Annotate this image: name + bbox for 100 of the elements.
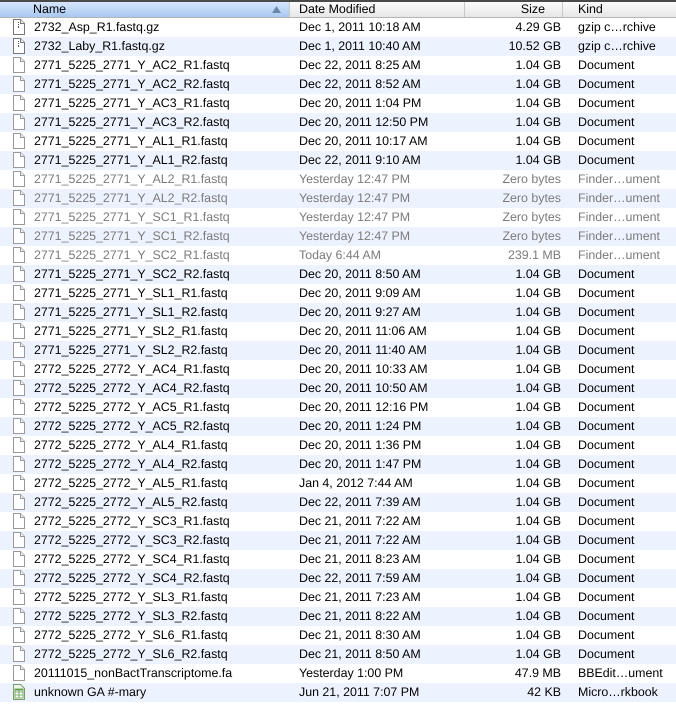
date-modified: Dec 20, 2011 1:24 PM	[299, 418, 422, 436]
file-name[interactable]: 2772_5225_2772_Y_SC4_R1.fastq	[34, 550, 230, 569]
file-name[interactable]: 2772_5225_2772_Y_AL5_R1.fastq	[34, 474, 228, 493]
date-modified: Dec 20, 2011 12:50 PM	[299, 114, 428, 132]
file-size: 1.04 GB	[516, 133, 562, 150]
file-kind: Finder…ument	[578, 191, 660, 206]
document-icon	[13, 513, 25, 530]
date-modified: Yesterday 1:00 PM	[299, 665, 404, 682]
file-kind: Document	[578, 96, 634, 110]
document-icon	[13, 570, 25, 586]
date-modified: Dec 21, 2011 8:30 AM	[299, 627, 421, 644]
file-size: 10.52 GB	[508, 38, 562, 56]
file-kind: Finder…ument	[578, 210, 660, 224]
file-name[interactable]: 2772_5225_2772_Y_SL6_R2.fastq	[34, 645, 228, 664]
file-name[interactable]: 2772_5225_2772_Y_AC4_R1.fastq	[34, 360, 230, 379]
file-size: 1.04 GB	[516, 589, 562, 606]
file-kind: Document	[578, 400, 634, 414]
date-modified: Yesterday 12:47 PM	[299, 228, 410, 246]
document-icon	[13, 323, 25, 340]
column-header[interactable]: Kind	[563, 2, 676, 17]
file-kind: Document	[578, 77, 634, 92]
file-name[interactable]: 20111015_nonBactTranscriptome.fa	[34, 664, 232, 683]
document-icon	[13, 171, 25, 188]
document-icon	[13, 247, 25, 264]
file-name[interactable]: 2771_5225_2771_Y_AL1_R2.fastq	[34, 151, 228, 170]
document-icon	[13, 57, 25, 74]
file-size: 1.04 GB	[516, 551, 562, 568]
file-name[interactable]: 2771_5225_2771_Y_AL2_R1.fastq	[34, 170, 228, 189]
file-name[interactable]: 2771_5225_2771_Y_SC2_R2.fastq	[34, 265, 230, 284]
file-name[interactable]: 2771_5225_2771_Y_SC1_R1.fastq	[34, 208, 230, 227]
file-name[interactable]: 2771_5225_2771_Y_SC1_R2.fastq	[34, 227, 230, 246]
document-icon	[13, 342, 25, 358]
file-kind: Document	[578, 514, 634, 528]
file-name[interactable]: 2771_5225_2771_Y_SL2_R2.fastq	[34, 341, 228, 360]
document-icon	[13, 152, 25, 168]
file-kind: Document	[578, 286, 634, 300]
date-modified: Dec 20, 2011 10:33 AM	[299, 361, 428, 378]
file-size: 1.04 GB	[516, 380, 562, 398]
file-size: 1.04 GB	[516, 304, 562, 322]
file-size: Zero bytes	[502, 228, 562, 246]
column-header[interactable]: Name	[0, 2, 290, 17]
file-size: 1.04 GB	[516, 570, 562, 588]
file-name[interactable]: 2772_5225_2772_Y_SC4_R2.fastq	[34, 569, 230, 588]
file-kind: gzip c…rchive	[578, 20, 656, 34]
file-size: 1.04 GB	[516, 456, 562, 474]
file-name[interactable]: 2771_5225_2771_Y_AC3_R1.fastq	[34, 94, 230, 113]
file-size: 1.04 GB	[516, 285, 562, 302]
file-name[interactable]: 2771_5225_2771_Y_SL1_R1.fastq	[34, 284, 228, 303]
file-name[interactable]: 2771_5225_2771_Y_SL2_R1.fastq	[34, 322, 228, 341]
file-name[interactable]: 2771_5225_2771_Y_AC3_R2.fastq	[34, 113, 230, 132]
file-size: 1.04 GB	[516, 494, 562, 512]
file-name[interactable]: 2772_5225_2772_Y_AC4_R2.fastq	[34, 379, 230, 398]
file-kind: Document	[578, 609, 634, 624]
file-kind: BBEdit…ument	[578, 666, 663, 680]
file-name[interactable]: 2772_5225_2772_Y_SL3_R1.fastq	[34, 588, 228, 607]
date-modified: Dec 20, 2011 11:06 AM	[299, 323, 427, 340]
file-size: 4.29 GB	[516, 19, 562, 36]
date-modified: Dec 21, 2011 8:23 AM	[299, 551, 421, 568]
document-icon	[13, 551, 25, 568]
date-modified: Today 6:44 AM	[299, 247, 381, 264]
file-name[interactable]: 2771_5225_2771_Y_SL1_R2.fastq	[34, 303, 228, 322]
file-name[interactable]: 2772_5225_2772_Y_AC5_R2.fastq	[34, 417, 230, 436]
file-name[interactable]: 2772_5225_2772_Y_SL6_R1.fastq	[34, 626, 228, 645]
file-kind: Finder…ument	[578, 172, 660, 186]
file-name[interactable]: 2732_Laby_R1.fastq.gz	[34, 37, 165, 56]
file-kind: Document	[578, 628, 634, 642]
file-name[interactable]: 2771_5225_2771_Y_AL1_R1.fastq	[34, 132, 228, 151]
column-header[interactable]: Size	[465, 2, 563, 17]
date-modified: Yesterday 12:47 PM	[299, 171, 410, 188]
file-kind: Document	[578, 647, 634, 662]
file-name[interactable]: 2771_5225_2771_Y_AC2_R2.fastq	[34, 75, 230, 94]
file-name[interactable]: unknown GA #-mary	[34, 683, 146, 702]
file-name[interactable]: 2771_5225_2771_Y_AC2_R1.fastq	[34, 56, 230, 75]
document-icon	[13, 285, 25, 302]
document-icon	[13, 532, 25, 548]
file-name[interactable]: 2772_5225_2772_Y_SL3_R2.fastq	[34, 607, 228, 626]
document-icon	[13, 589, 25, 606]
file-size: 1.04 GB	[516, 266, 562, 284]
file-name[interactable]: 2771_5225_2771_Y_AL2_R2.fastq	[34, 189, 228, 208]
file-name[interactable]: 2772_5225_2772_Y_AC5_R1.fastq	[34, 398, 230, 417]
file-name[interactable]: 2772_5225_2772_Y_AL4_R1.fastq	[34, 436, 228, 455]
file-kind: Document	[578, 476, 634, 490]
document-icon	[13, 627, 25, 644]
file-size: 1.04 GB	[516, 475, 562, 492]
file-size: 1.04 GB	[516, 76, 562, 94]
column-header[interactable]: Date Modified	[290, 2, 465, 17]
file-name[interactable]: 2772_5225_2772_Y_AL4_R2.fastq	[34, 455, 228, 474]
file-size: Zero bytes	[502, 190, 562, 208]
file-name[interactable]: 2772_5225_2772_Y_AL5_R2.fastq	[34, 493, 228, 512]
file-name[interactable]: 2772_5225_2772_Y_SC3_R2.fastq	[34, 531, 230, 550]
file-kind: Document	[578, 58, 634, 72]
date-modified: Dec 20, 2011 1:47 PM	[299, 456, 422, 474]
date-modified: Dec 21, 2011 7:23 AM	[299, 589, 421, 606]
file-name[interactable]: 2771_5225_2771_Y_SC2_R1.fastq	[34, 246, 230, 265]
date-modified: Dec 20, 2011 10:50 AM	[299, 380, 428, 398]
file-kind: Finder…ument	[578, 229, 660, 244]
file-name[interactable]: 2732_Asp_R1.fastq.gz	[34, 18, 160, 37]
document-icon	[13, 646, 25, 662]
file-kind: Document	[578, 343, 634, 358]
file-name[interactable]: 2772_5225_2772_Y_SC3_R1.fastq	[34, 512, 230, 531]
